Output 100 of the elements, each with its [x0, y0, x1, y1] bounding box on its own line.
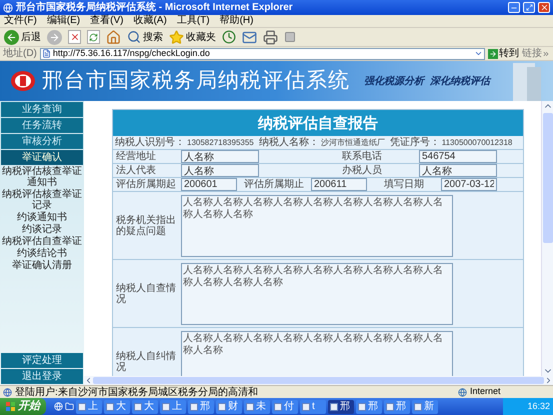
menu-item[interactable]: 查看(V)	[90, 15, 124, 27]
sidebar-subitem[interactable]: 约谈结论书	[0, 248, 84, 259]
printer-icon	[263, 30, 278, 44]
start-button[interactable]: 开始	[0, 398, 46, 415]
vertical-scrollbar[interactable]	[541, 101, 553, 376]
sidebar-item[interactable]: 评定处理	[1, 353, 83, 368]
emblem-icon	[10, 70, 36, 92]
status-text: 登陆用户:来自沙河市国家税务局城区税务分局的高清和	[15, 386, 259, 400]
text-area[interactable]: 人名称人名称人名称人名称人名称人名称人名称人名称人名称人名称人名称	[181, 194, 453, 256]
report-title: 纳税评估自查报告	[258, 112, 378, 134]
menu-item[interactable]: 编辑(E)	[46, 15, 80, 27]
taskbar-button[interactable]: 邢	[384, 400, 410, 414]
field-label: 联系电话	[341, 150, 383, 164]
sidebar-item[interactable]: 业务查询	[1, 102, 83, 117]
go-button[interactable]: 转到	[488, 46, 519, 61]
back-button[interactable]: 后退	[4, 28, 41, 46]
history-button[interactable]	[222, 28, 236, 46]
refresh-icon	[87, 30, 100, 44]
favorites-button[interactable]: 收藏夹	[169, 28, 216, 46]
info-value: 1130500070012318	[442, 136, 512, 148]
field-label: 办税人员	[341, 164, 383, 178]
scroll-left-icon[interactable]	[84, 376, 93, 385]
taskbar-button[interactable]: t	[300, 400, 326, 414]
taskbar-button[interactable]: 付	[272, 400, 298, 414]
menu-item[interactable]: 帮助(H)	[220, 15, 254, 27]
sidebar-item[interactable]: 举证确认	[1, 150, 83, 165]
address-label: 地址(D)	[3, 46, 37, 61]
star-icon	[169, 30, 184, 44]
text-field[interactable]: 200611	[311, 178, 367, 191]
sidebar-subitem[interactable]: 约谈记录	[0, 224, 84, 235]
slogan: 强化税源分析	[364, 74, 424, 88]
home-icon	[106, 30, 121, 44]
quick-launch-icon[interactable]	[54, 402, 63, 411]
taskbar-button[interactable]: 新	[412, 400, 438, 414]
taskbar-button[interactable]: 大	[132, 400, 158, 414]
sidebar-subitem[interactable]: 举证确认清册	[0, 260, 84, 271]
close-icon	[540, 3, 548, 12]
quick-launch-icon[interactable]	[65, 402, 74, 411]
info-value: 130582718395355	[187, 136, 254, 148]
text-field[interactable]: 546754	[419, 150, 497, 163]
forward-icon	[47, 30, 62, 44]
edit-icon	[284, 31, 296, 43]
field-label: 评估所属期止	[243, 178, 305, 192]
minimize-button[interactable]	[508, 2, 520, 13]
taskbar-button[interactable]: 邢	[328, 400, 354, 414]
mail-icon	[242, 30, 257, 44]
close-button[interactable]	[538, 2, 550, 13]
links-button[interactable]: 链接	[522, 46, 550, 61]
sidebar-item[interactable]: 退出登录	[1, 369, 83, 384]
taskbar-button[interactable]: 上	[160, 400, 186, 414]
stop-button[interactable]	[68, 28, 81, 46]
search-icon	[127, 30, 141, 44]
section-label: 纳税人自查情况	[115, 282, 177, 304]
dropdown-icon	[474, 49, 483, 58]
taskbar-button[interactable]: 大	[104, 400, 130, 414]
home-button[interactable]	[106, 28, 121, 46]
browser-icon	[3, 2, 13, 12]
refresh-button[interactable]	[87, 28, 100, 46]
print-button[interactable]	[263, 28, 278, 46]
window-title: 邢台市国家税务局纳税评估系统 - Microsoft Internet Explorer	[16, 0, 294, 14]
sidebar-subitem[interactable]: 约谈通知书	[0, 212, 84, 223]
horizontal-scrollbar[interactable]	[84, 376, 553, 385]
text-area[interactable]: 人名称人名称人名称人名称人名称人名称人名称人名称人名称人名称	[181, 330, 453, 376]
taskbar-button[interactable]: 上	[76, 400, 102, 414]
history-icon	[222, 30, 236, 44]
maximize-button[interactable]	[523, 2, 535, 13]
info-label: 凭证序号：	[390, 136, 440, 150]
taskbar-button[interactable]: 财	[216, 400, 242, 414]
sidebar-subitem[interactable]: 纳税评估自查举证	[0, 236, 84, 247]
stop-icon	[68, 30, 81, 44]
menu-item[interactable]: 工具(T)	[176, 15, 210, 27]
taskbar-button[interactable]: 邢	[188, 400, 214, 414]
section-label: 税务机关指出的疑点问题	[115, 214, 177, 236]
slogan: 深化纳税评估	[430, 74, 490, 88]
address-field[interactable]: http://75.36.16.117/nspg/checkLogin.do	[40, 48, 485, 60]
scroll-right-icon[interactable]	[544, 376, 553, 385]
text-field[interactable]: 人名称	[181, 164, 259, 177]
text-field[interactable]: 人名称	[181, 150, 259, 163]
section-label: 纳税人自纠情况	[115, 350, 177, 372]
field-label: 填写日期	[383, 178, 425, 192]
sidebar-item[interactable]: 审核分析	[1, 134, 83, 149]
globe-icon	[458, 388, 467, 396]
zone-text: Internet	[470, 385, 502, 398]
info-label: 纳税人名称：	[258, 136, 319, 150]
taskbar-button[interactable]: 邢	[356, 400, 382, 414]
info-value: 沙河市恒通造纸厂	[320, 136, 385, 148]
menu-item[interactable]: 收藏(A)	[133, 15, 167, 27]
text-area[interactable]: 人名称人名称人名称人名称人名称人名称人名称人名称人名称人名称人名称人名称	[181, 262, 453, 324]
text-field[interactable]: 200601	[181, 178, 237, 191]
taskbar-button[interactable]: 未	[244, 400, 270, 414]
sidebar-subitem[interactable]: 纳税评估核查举证通知书	[0, 166, 84, 188]
info-label: 纳税人识别号：	[115, 136, 185, 150]
sidebar-item[interactable]: 任务流转	[1, 118, 83, 133]
clock: 16:32	[527, 400, 550, 413]
banner-title: 邢台市国家税务局纳税评估系统	[42, 68, 350, 94]
chevron-icon	[542, 50, 550, 58]
text-field[interactable]: 人名称	[419, 164, 497, 177]
sidebar-subitem[interactable]: 纳税评估核查举证记录	[0, 189, 84, 211]
search-button[interactable]: 搜索	[127, 28, 163, 46]
menu-item[interactable]: 文件(F)	[4, 15, 37, 27]
